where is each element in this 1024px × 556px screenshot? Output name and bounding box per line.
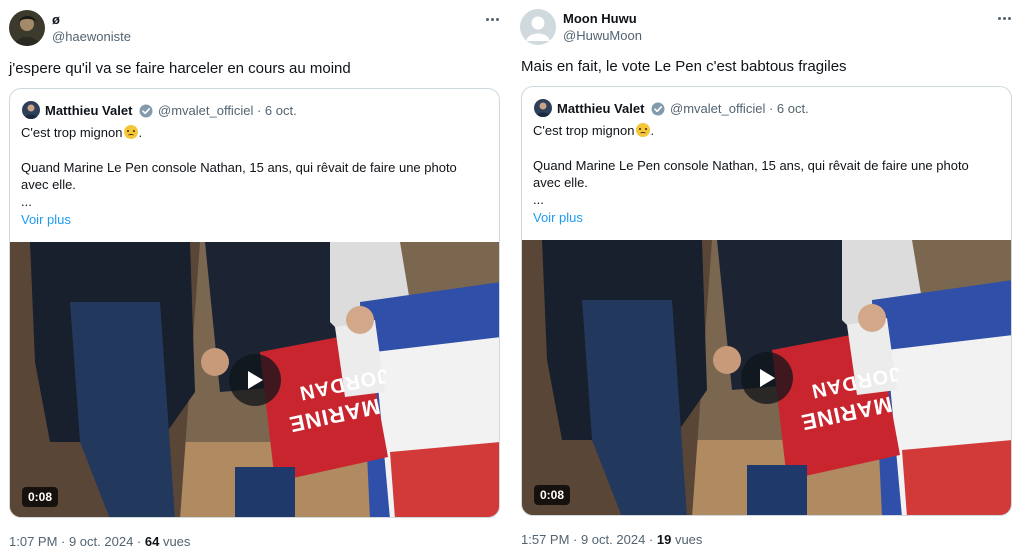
tweet-footer: 1:57 PM · 9 oct. 2024 · 19 vues [521,532,702,547]
profile-photo-icon [9,10,45,46]
video-duration: 0:08 [534,485,571,505]
quoted-text-line: ... [533,192,544,207]
views-count: 19 [656,532,672,547]
quoted-handle-date[interactable]: @mvalet_officiel · 6 oct. [158,103,297,118]
quoted-text-line: Quand Marine Le Pen console Nathan, 15 a… [533,158,969,173]
more-options-icon[interactable] [482,12,502,26]
tweet-text: j'espere qu'il va se faire harceler en c… [9,60,351,77]
period: . [138,125,143,140]
quoted-display-name[interactable]: Matthieu Valet [557,101,644,116]
display-name[interactable]: ø [52,12,60,27]
tweet-footer: 1:07 PM · 9 oct. 2024 · 64 vues [9,534,190,549]
play-button[interactable] [741,352,793,404]
tweet-1[interactable]: ø @haewoniste j'espere qu'il va se faire… [0,0,512,556]
play-icon [248,371,263,389]
video-player[interactable]: MARINE JORDAN 0:08 [522,240,1011,515]
handle[interactable]: @HuwuMoon [563,28,642,43]
views-label: vues [671,532,703,547]
avatar[interactable] [520,9,556,45]
views-label: vues [159,534,191,549]
verified-badge-icon [139,104,153,118]
tweet-text: Mais en fait, le vote Le Pen c'est babto… [521,58,847,75]
verified-badge-icon [651,102,665,116]
quoted-display-name[interactable]: Matthieu Valet [45,103,132,118]
show-more-link[interactable]: Voir plus [21,212,71,227]
pleading-face-emoji [636,123,651,137]
quoted-profile-photo-icon [534,99,552,117]
more-options-icon[interactable] [994,11,1014,25]
quoted-text: C'est trop mignon [533,123,635,138]
quoted-handle-date[interactable]: @mvalet_officiel · 6 oct. [670,101,809,116]
quoted-text-line: ... [21,194,32,209]
quoted-text-line: Quand Marine Le Pen console Nathan, 15 a… [21,160,457,175]
timestamp[interactable]: 1:07 PM · 9 oct. 2024 · [9,534,145,549]
show-more-link[interactable]: Voir plus [533,210,583,225]
quoted-text-line: avec elle. [21,177,76,192]
quoted-tweet[interactable]: Matthieu Valet @mvalet_officiel · 6 oct.… [521,86,1012,516]
quoted-tweet[interactable]: Matthieu Valet @mvalet_officiel · 6 oct.… [9,88,500,518]
tweet-2[interactable]: Moon Huwu @HuwuMoon Mais en fait, le vot… [512,0,1024,556]
pleading-face-emoji [124,125,139,139]
period: . [650,123,655,138]
timestamp[interactable]: 1:57 PM · 9 oct. 2024 · [521,532,657,547]
default-avatar-icon [520,9,556,45]
quoted-text-line: avec elle. [533,175,588,190]
quoted-text-line: C'est trop mignon. [21,124,142,141]
quoted-text: C'est trop mignon [21,125,123,140]
display-name[interactable]: Moon Huwu [563,11,637,26]
quoted-profile-photo-icon [22,101,40,119]
video-duration: 0:08 [22,487,59,507]
quoted-text-line: C'est trop mignon. [533,122,654,139]
avatar[interactable] [9,10,45,46]
play-icon [760,369,775,387]
handle[interactable]: @haewoniste [52,29,131,44]
quoted-avatar[interactable] [534,99,552,117]
views-count: 64 [144,534,160,549]
video-player[interactable]: MARINE JORDAN 0:08 [10,242,499,517]
quoted-avatar[interactable] [22,101,40,119]
play-button[interactable] [229,354,281,406]
